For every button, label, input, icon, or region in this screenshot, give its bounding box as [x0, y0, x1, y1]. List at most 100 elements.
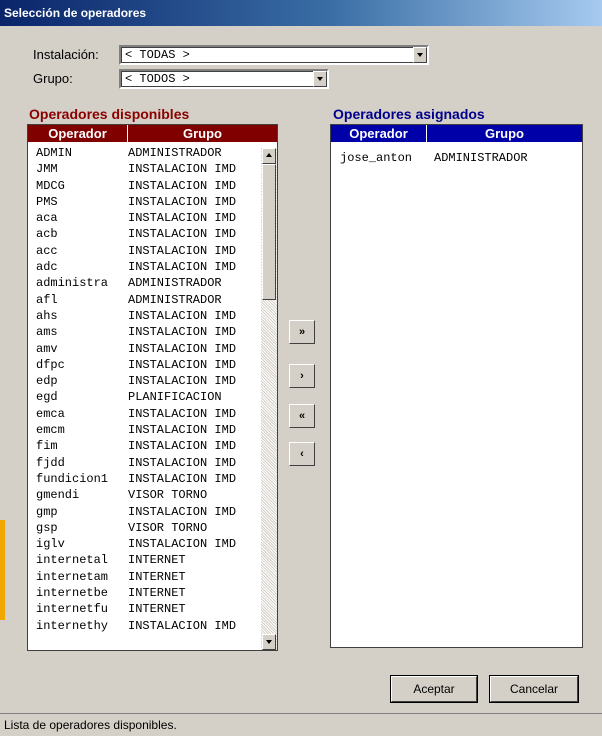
operador-cell: acc: [36, 243, 58, 258]
operador-cell: gsp: [36, 520, 58, 535]
operador-cell: adc: [36, 260, 58, 275]
instalacion-select[interactable]: < TODAS >: [119, 45, 429, 65]
operador-cell: internetbe: [36, 586, 109, 601]
list-item[interactable]: internetal INTERNET: [36, 552, 236, 568]
col-grupo-header[interactable]: Grupo: [128, 125, 277, 142]
accept-button[interactable]: Aceptar: [390, 675, 478, 703]
grupo-select[interactable]: < TODOS >: [119, 69, 329, 89]
operador-cell: fjdd: [36, 455, 65, 470]
available-list[interactable]: Operador Grupo ADMIN ADMINISTRADOR JMM INST…: [27, 124, 278, 651]
remove-one-button[interactable]: ‹: [289, 442, 315, 466]
list-item[interactable]: acb INSTALACION IMD: [36, 226, 236, 242]
list-item[interactable]: gmp INSTALACION IMD: [36, 504, 236, 520]
list-item[interactable]: dfpc INSTALACION IMD: [36, 357, 236, 373]
list-item[interactable]: ams INSTALACION IMD: [36, 324, 236, 340]
list-item[interactable]: PMS INSTALACION IMD: [36, 194, 236, 210]
grupo-cell: INSTALACION IMD: [128, 178, 237, 193]
chevron-down-icon[interactable]: [313, 71, 327, 87]
list-item[interactable]: acc INSTALACION IMD: [36, 243, 236, 259]
grupo-cell: INSTALACION IMD: [128, 357, 237, 372]
list-item[interactable]: administra ADMINISTRADOR: [36, 275, 236, 291]
list-item[interactable]: fjdd INSTALACION IMD: [36, 455, 236, 471]
list-item[interactable]: gsp VISOR TORNO: [36, 520, 236, 536]
list-item[interactable]: egd PLANIFICACION: [36, 389, 236, 405]
operador-cell: emca: [36, 406, 65, 421]
cancel-label: Cancelar: [509, 682, 559, 696]
col-operador-header[interactable]: Operador: [28, 125, 128, 142]
window-title: Selección de operadores: [0, 0, 602, 26]
list-item[interactable]: internetam INTERNET: [36, 569, 236, 585]
grupo-cell: ADMINISTRADOR: [128, 292, 222, 307]
list-item[interactable]: aca INSTALACION IMD: [36, 210, 236, 226]
list-item[interactable]: jose_anton ADMINISTRADOR: [340, 150, 528, 166]
assigned-title: Operadores asignados: [333, 106, 485, 122]
list-item[interactable]: MDCG INSTALACION IMD: [36, 178, 236, 194]
grupo-cell: INSTALACION IMD: [128, 618, 237, 633]
grupo-cell: INSTALACION IMD: [128, 504, 237, 519]
assigned-list[interactable]: Operador Grupo jose_anton ADMINISTRADOR: [330, 124, 583, 648]
list-item[interactable]: internetbe INTERNET: [36, 585, 236, 601]
grupo-cell: INSTALACION IMD: [128, 374, 237, 389]
operador-cell: internethy: [36, 618, 109, 633]
operador-cell: aca: [36, 211, 58, 226]
list-item[interactable]: internethy INSTALACION IMD: [36, 618, 236, 634]
operador-cell: JMM: [36, 162, 58, 177]
available-scrollbar[interactable]: [261, 148, 277, 650]
operador-cell: ADMIN: [36, 146, 73, 160]
scroll-up-button[interactable]: [262, 148, 276, 164]
add-one-button[interactable]: ›: [289, 364, 315, 388]
list-item[interactable]: iglv INSTALACION IMD: [36, 536, 236, 552]
operador-cell: MDCG: [36, 178, 65, 193]
operador-cell: egd: [36, 390, 58, 405]
grupo-cell: INSTALACION IMD: [128, 194, 237, 209]
accept-label: Aceptar: [413, 682, 455, 696]
grupo-cell: INSTALACION IMD: [128, 308, 237, 323]
grupo-cell: INTERNET: [128, 586, 186, 601]
list-item[interactable]: edp INSTALACION IMD: [36, 373, 236, 389]
grupo-cell: VISOR TORNO: [128, 488, 208, 503]
col-operador-header[interactable]: Operador: [331, 125, 427, 142]
operador-cell: fundicion1: [36, 471, 109, 486]
operador-cell: internetal: [36, 553, 109, 568]
add-all-button[interactable]: »: [289, 320, 315, 344]
side-accent: [0, 520, 5, 620]
grupo-cell: INSTALACION IMD: [128, 537, 237, 552]
available-header: Operador Grupo: [28, 125, 277, 142]
grupo-cell: INTERNET: [128, 553, 186, 568]
operador-cell: iglv: [36, 537, 65, 552]
scroll-down-button[interactable]: [262, 634, 276, 650]
list-item[interactable]: fundicion1 INSTALACION IMD: [36, 471, 236, 487]
list-item[interactable]: ahs INSTALACION IMD: [36, 308, 236, 324]
list-item[interactable]: JMM INSTALACION IMD: [36, 161, 236, 177]
list-item[interactable]: amv INSTALACION IMD: [36, 341, 236, 357]
list-item[interactable]: afl ADMINISTRADOR: [36, 292, 236, 308]
grupo-cell: INSTALACION IMD: [128, 406, 237, 421]
list-item[interactable]: adc INSTALACION IMD: [36, 259, 236, 275]
list-item[interactable]: emcm INSTALACION IMD: [36, 422, 236, 438]
grupo-cell: INSTALACION IMD: [128, 211, 237, 226]
operador-cell: internetam: [36, 569, 109, 584]
list-item[interactable]: ADMIN ADMINISTRADOR: [36, 145, 236, 161]
assigned-rows: jose_anton ADMINISTRADOR: [340, 150, 528, 166]
remove-all-button[interactable]: «: [289, 404, 315, 428]
grupo-cell: INSTALACION IMD: [128, 260, 237, 275]
grupo-cell: INTERNET: [128, 602, 186, 617]
grupo-cell: INTERNET: [128, 569, 186, 584]
operador-cell: fim: [36, 439, 58, 454]
grupo-cell: INSTALACION IMD: [128, 341, 237, 356]
operador-cell: jose_anton: [340, 151, 413, 165]
list-item[interactable]: gmendi VISOR TORNO: [36, 487, 236, 503]
operador-cell: gmp: [36, 504, 58, 519]
grupo-label: Grupo:: [33, 71, 73, 86]
operador-cell: amv: [36, 341, 58, 356]
list-item[interactable]: internetfu INTERNET: [36, 601, 236, 617]
scroll-thumb[interactable]: [262, 164, 276, 300]
grupo-cell: INSTALACION IMD: [128, 227, 237, 242]
list-item[interactable]: emca INSTALACION IMD: [36, 406, 236, 422]
col-grupo-header[interactable]: Grupo: [427, 125, 582, 142]
operador-cell: dfpc: [36, 357, 65, 372]
chevron-down-icon[interactable]: [413, 47, 427, 63]
list-item[interactable]: fim INSTALACION IMD: [36, 438, 236, 454]
cancel-button[interactable]: Cancelar: [489, 675, 579, 703]
grupo-cell: PLANIFICACION: [128, 390, 222, 405]
